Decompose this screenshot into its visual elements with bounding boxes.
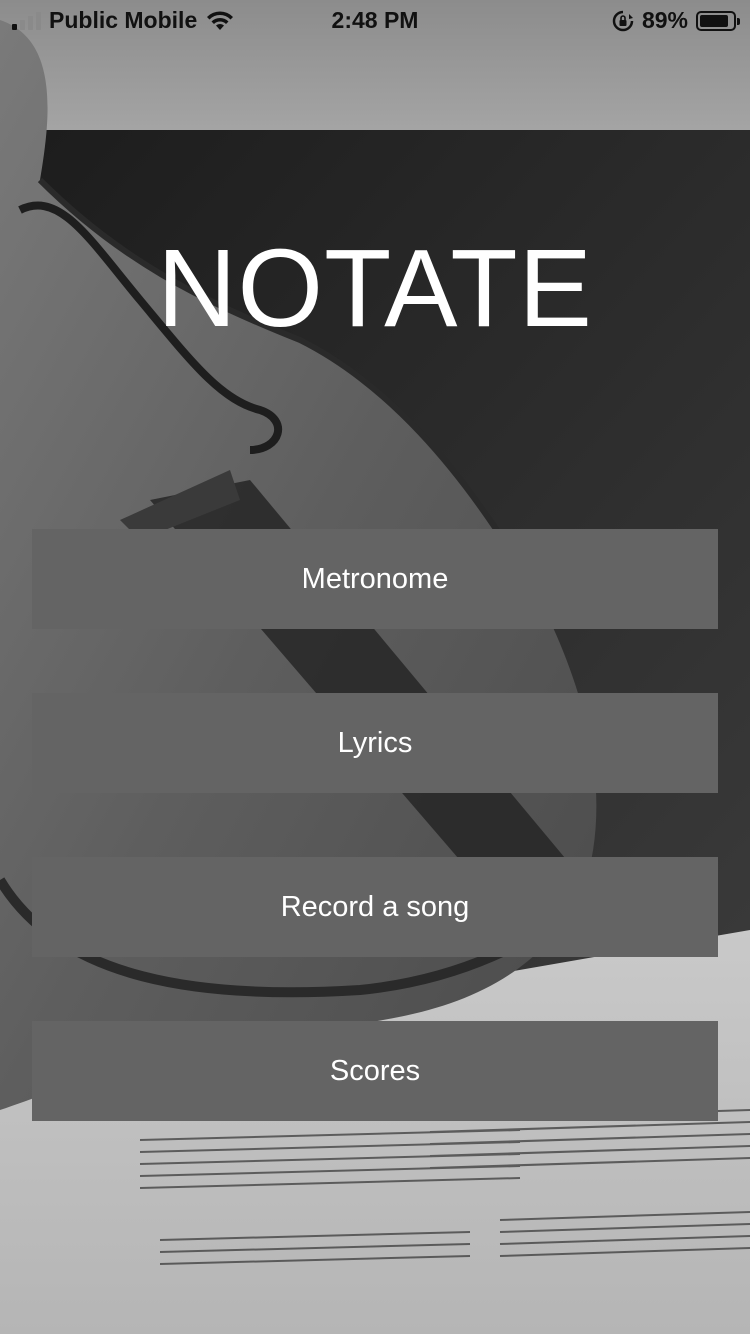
- status-bar: Public Mobile 2:48 PM 89%: [0, 0, 750, 40]
- scores-button[interactable]: Scores: [32, 1021, 718, 1121]
- orientation-lock-icon: [612, 10, 634, 31]
- battery-level: [700, 14, 729, 27]
- metronome-button[interactable]: Metronome: [32, 529, 718, 629]
- battery-icon: [696, 10, 740, 31]
- background-image: [0, 0, 750, 1334]
- app-title: NOTATE: [157, 227, 593, 350]
- battery-percent: 89%: [641, 7, 688, 33]
- lyrics-button[interactable]: Lyrics: [32, 693, 718, 793]
- record-song-button[interactable]: Record a song: [32, 857, 718, 957]
- home-screen: Public Mobile 2:48 PM 89% NOTATE Metrono…: [0, 0, 750, 1334]
- status-right: 89%: [612, 7, 740, 34]
